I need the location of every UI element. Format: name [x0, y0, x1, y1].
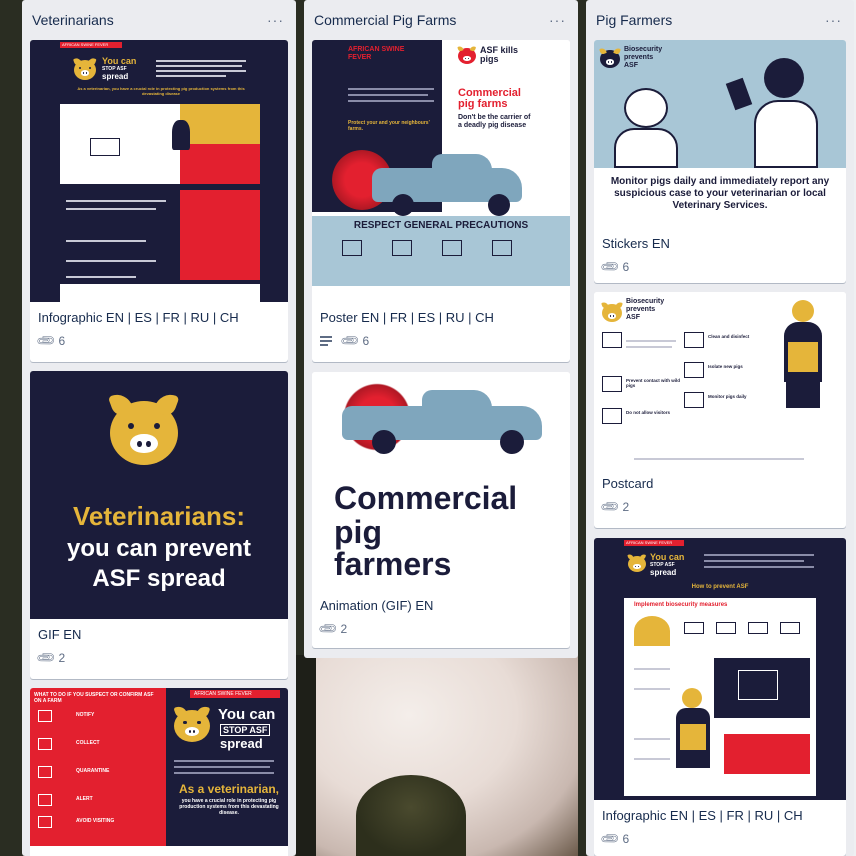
- list-title[interactable]: Veterinarians: [32, 12, 114, 28]
- card-cover-image: Biosecurity prevents ASF Clean and disin…: [594, 292, 846, 468]
- card-cover-image: Veterinarians: you can prevent ASF sprea…: [30, 371, 288, 619]
- list-menu-button[interactable]: ···: [267, 12, 284, 28]
- card-cover-image: Commercial pig farmers: [312, 372, 570, 590]
- paperclip-icon: 📎︎: [338, 329, 362, 352]
- list-menu-button[interactable]: ···: [825, 12, 842, 28]
- list-title[interactable]: Pig Farmers: [596, 12, 672, 28]
- card-badges: 📎︎ 6: [594, 825, 846, 853]
- list-veterinarians: Veterinarians ··· AFRICAN SWINE FEVER Yo…: [22, 0, 296, 856]
- card-title: Animation (GIF) EN: [320, 598, 434, 613]
- card-title: Infographic EN | ES | FR | RU | CH: [602, 808, 803, 823]
- card-postcard[interactable]: Biosecurity prevents ASF Clean and disin…: [594, 292, 846, 528]
- list-header: Pig Farmers ···: [586, 0, 854, 40]
- attachment-badge: 📎︎ 6: [598, 255, 630, 278]
- paperclip-icon: 📎︎: [598, 827, 622, 850]
- background-pig-photo: [296, 655, 578, 856]
- card-title: Stickers EN: [602, 236, 670, 251]
- attachment-badge: 📎︎ 2: [316, 617, 348, 640]
- card-stickers[interactable]: Biosecurity prevents ASF Monitor pigs da…: [594, 40, 846, 283]
- list-header: Veterinarians ···: [22, 0, 296, 40]
- attachment-badge: 📎︎ 6: [598, 827, 630, 850]
- card-poster[interactable]: AFRICAN SWINE FEVER ASF kills pigs Comme…: [312, 40, 570, 362]
- card-cover-image: WHAT TO DO IF YOU SUSPECT OR CONFIRM ASF…: [30, 688, 288, 856]
- list-pig-farmers: Pig Farmers ··· Biosecurity prevents ASF…: [586, 0, 854, 856]
- paperclip-icon: 📎︎: [598, 495, 622, 518]
- attachment-badge: 📎︎ 6: [34, 329, 66, 352]
- card-cover-image: AFRICAN SWINE FEVER ASF kills pigs Comme…: [312, 40, 570, 302]
- attachment-badge: 📎︎ 2: [34, 646, 66, 669]
- card-title: Postcard: [602, 476, 654, 491]
- paperclip-icon: 📎︎: [34, 329, 58, 352]
- card-infographic[interactable]: AFRICAN SWINE FEVER You can STOP ASF spr…: [30, 40, 288, 362]
- attachment-badge: 📎︎ 2: [598, 495, 630, 518]
- card-badges: 📎︎ 2: [30, 644, 288, 672]
- card-cover-image: AFRICAN SWINE FEVER You can STOP ASF spr…: [30, 40, 288, 302]
- attachment-badge: 📎︎ 6: [338, 329, 370, 352]
- paperclip-icon: 📎︎: [316, 617, 340, 640]
- list-commercial-pig-farms: Commercial Pig Farms ··· AFRICAN SWINE F…: [304, 0, 578, 658]
- card-title: Infographic EN | ES | FR | RU | CH: [38, 310, 239, 325]
- list-menu-button[interactable]: ···: [549, 12, 566, 28]
- card-badges: 📎︎ 2: [594, 493, 846, 521]
- card-badges: 📎︎ 2: [312, 615, 570, 643]
- description-icon: [320, 334, 332, 348]
- card-title: Poster EN | FR | ES | RU | CH: [320, 310, 494, 325]
- paperclip-icon: 📎︎: [34, 646, 58, 669]
- card-badges: 📎︎ 6: [594, 253, 846, 281]
- list-title[interactable]: Commercial Pig Farms: [314, 12, 456, 28]
- card-gif[interactable]: Veterinarians: you can prevent ASF sprea…: [30, 371, 288, 679]
- card-cover-image: Biosecurity prevents ASF Monitor pigs da…: [594, 40, 846, 228]
- card-infographic-farmers[interactable]: AFRICAN SWINE FEVER You can STOP ASF spr…: [594, 538, 846, 856]
- card-title: GIF EN: [38, 627, 82, 642]
- card-badges: 📎︎ 6: [30, 327, 288, 355]
- list-header: Commercial Pig Farms ···: [304, 0, 578, 40]
- paperclip-icon: 📎︎: [598, 255, 622, 278]
- card-cover-image: AFRICAN SWINE FEVER You can STOP ASF spr…: [594, 538, 846, 800]
- card-badges: 📎︎ 6: [312, 327, 570, 355]
- card-asf-flyer[interactable]: WHAT TO DO IF YOU SUSPECT OR CONFIRM ASF…: [30, 688, 288, 856]
- card-animation[interactable]: Commercial pig farmers Animation (GIF) E…: [312, 372, 570, 648]
